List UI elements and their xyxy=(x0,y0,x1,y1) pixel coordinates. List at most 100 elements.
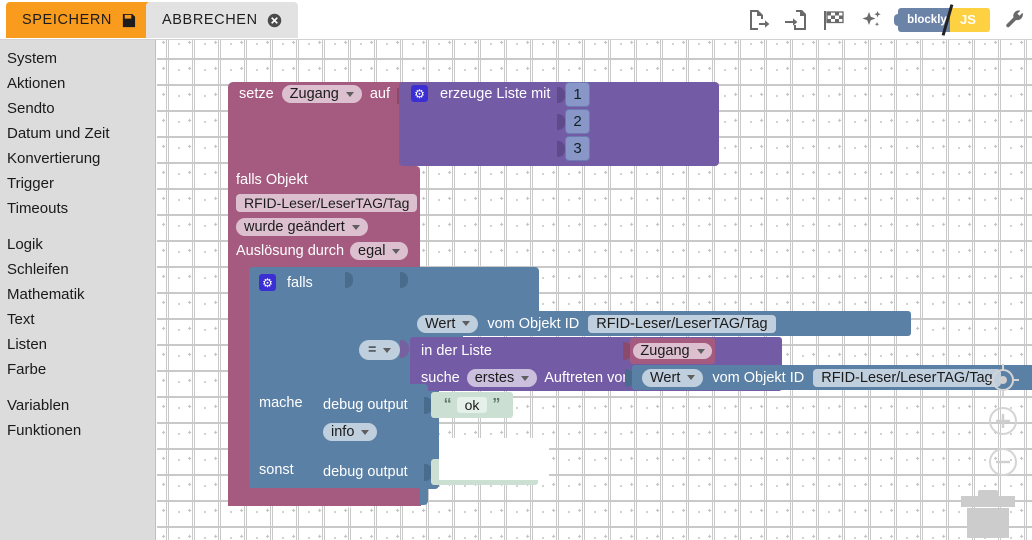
list-item-3-value[interactable]: 3 xyxy=(565,136,590,161)
sparkle-icon[interactable] xyxy=(860,8,884,32)
sidebar-item-schleifen[interactable]: Schleifen xyxy=(0,257,155,282)
variable-dropdown-zugang[interactable]: Zugang xyxy=(281,85,362,103)
sidebar-item-konvertierung[interactable]: Konvertierung xyxy=(0,146,155,171)
sidebar-item-mathematik[interactable]: Mathematik xyxy=(0,282,155,307)
quote-close-icon-ok: ” xyxy=(492,396,501,413)
occurrence-dropdown-value: erstes xyxy=(474,370,515,386)
sidebar-item-text[interactable]: Text xyxy=(0,307,155,332)
attribute-dropdown-2[interactable]: Wert xyxy=(642,368,704,387)
sidebar-item-listen[interactable]: Listen xyxy=(0,332,155,357)
attribute-dropdown-1[interactable]: Wert xyxy=(417,314,479,333)
create-list-item-2[interactable]: 2 xyxy=(557,109,590,134)
compare-operator-dropdown[interactable]: = xyxy=(359,340,401,360)
toggle-notch xyxy=(894,13,902,26)
list-item-1-socket xyxy=(557,86,565,103)
toggle-blockly-label[interactable]: blockly xyxy=(898,7,950,32)
export-file-icon[interactable] xyxy=(746,8,770,32)
toggle-js-label[interactable]: JS xyxy=(950,7,990,32)
sidebar-item-timeouts[interactable]: Timeouts xyxy=(0,196,155,221)
chevron-down-icon xyxy=(345,91,354,97)
list-item-1-value[interactable]: 1 xyxy=(565,82,590,107)
wrench-icon[interactable] xyxy=(1004,9,1026,31)
workspace-zoom-controls xyxy=(982,362,1024,485)
attribute-dropdown-2-value: Wert xyxy=(650,369,681,386)
sidebar-item-logik[interactable]: Logik xyxy=(0,232,155,257)
occurrence-dropdown[interactable]: erstes xyxy=(466,369,538,387)
sidebar-divider-2 xyxy=(0,382,155,393)
create-list-header: erzeuge Liste mit xyxy=(411,85,550,102)
sidebar-item-funktionen[interactable]: Funktionen xyxy=(0,418,155,443)
mache-label: mache xyxy=(259,395,303,411)
sonst-label: sonst xyxy=(259,462,294,478)
vom-objekt-id-label-2: vom Objekt ID xyxy=(712,369,805,386)
chevron-down-icon xyxy=(351,224,360,230)
get-value-block-1[interactable]: Wert vom Objekt ID RFID-Leser/LeserTAG/T… xyxy=(407,311,911,336)
sidebar-group-1: System Aktionen Sendto Datum und Zeit Ko… xyxy=(0,46,155,221)
gear-icon[interactable] xyxy=(411,85,428,102)
create-list-item-1[interactable]: 1 xyxy=(557,82,590,107)
falls-objekt-label: falls Objekt xyxy=(236,172,308,188)
chevron-down-icon xyxy=(383,347,392,353)
debug-output-label-true: debug output xyxy=(323,397,408,413)
list-item-2-socket xyxy=(557,113,565,130)
list-variable-block[interactable]: Zugang xyxy=(630,338,715,364)
list-item-2-value[interactable]: 2 xyxy=(565,109,590,134)
object-id-field-1[interactable]: RFID-Leser/LeserTAG/Tag xyxy=(588,314,776,333)
trigger-dropdown[interactable]: egal xyxy=(350,242,409,260)
list-item-3-socket xyxy=(557,140,565,157)
condition-dropdown-value: wurde geändert xyxy=(244,219,345,235)
if-block-right-cutout xyxy=(439,438,549,480)
suche-label: suche xyxy=(421,370,460,386)
create-list-item-3[interactable]: 3 xyxy=(557,136,590,161)
setze-label: setze xyxy=(239,86,274,102)
if-block-header: falls xyxy=(259,274,313,291)
text-value-ok[interactable]: ok xyxy=(456,397,488,413)
chevron-down-icon xyxy=(392,248,401,254)
sidebar-item-farbe[interactable]: Farbe xyxy=(0,357,155,382)
save-button[interactable]: SPEICHERN xyxy=(6,2,152,38)
trash-can-icon[interactable] xyxy=(958,486,1018,538)
import-file-icon[interactable] xyxy=(784,8,808,32)
object-id-field[interactable]: RFID-Leser/LeserTAG/Tag xyxy=(236,194,418,212)
chevron-down-icon xyxy=(462,321,471,326)
chevron-down-icon xyxy=(521,375,530,381)
set-variable-row: setze Zugang auf xyxy=(239,85,390,103)
object-id-field-2[interactable]: RFID-Leser/LeserTAG/Tag xyxy=(813,368,1001,387)
sidebar-item-aktionen[interactable]: Aktionen xyxy=(0,71,155,96)
trigger-row: Auslösung durch egal xyxy=(236,242,409,260)
category-sidebar: System Aktionen Sendto Datum und Zeit Ko… xyxy=(0,40,156,540)
zoom-in-icon[interactable] xyxy=(985,403,1021,439)
blockly-js-toggle[interactable]: blockly JS xyxy=(894,3,990,36)
top-toolbar: SPEICHERN ABBRECHEN blockly JS xyxy=(0,0,1032,40)
sidebar-divider-1 xyxy=(0,221,155,232)
list-variable-dropdown[interactable]: Zugang xyxy=(633,343,712,359)
sidebar-item-variablen[interactable]: Variablen xyxy=(0,393,155,418)
trigger-prefix-label: Auslösung durch xyxy=(236,243,345,259)
sidebar-item-datum-und-zeit[interactable]: Datum und Zeit xyxy=(0,121,155,146)
center-target-icon[interactable] xyxy=(985,362,1021,398)
cancel-button[interactable]: ABBRECHEN xyxy=(146,2,298,38)
vom-objekt-id-label-1: vom Objekt ID xyxy=(487,315,580,332)
quote-open-icon-ok: “ xyxy=(443,396,452,413)
debug-level-value-true: info xyxy=(331,424,355,440)
cancel-button-label: ABBRECHEN xyxy=(162,12,258,28)
sidebar-item-trigger[interactable]: Trigger xyxy=(0,171,155,196)
checkered-flag-icon[interactable] xyxy=(822,8,846,32)
auf-label: auf xyxy=(369,86,391,102)
gear-icon[interactable] xyxy=(259,274,276,291)
save-button-label: SPEICHERN xyxy=(22,12,112,28)
blockly-workspace[interactable]: setze Zugang auf erzeuge Liste mit 1 2 3… xyxy=(157,40,1032,540)
sidebar-item-sendto[interactable]: Sendto xyxy=(0,96,155,121)
sidebar-item-system[interactable]: System xyxy=(0,46,155,71)
auftreten-von-label: Auftreten von xyxy=(544,370,631,386)
condition-dropdown[interactable]: wurde geändert xyxy=(236,218,368,236)
zoom-out-icon[interactable] xyxy=(985,444,1021,480)
floppy-disk-icon xyxy=(121,13,136,28)
falls-label: falls xyxy=(287,274,313,291)
debug-level-dropdown-true[interactable]: info xyxy=(323,423,378,441)
chevron-down-icon xyxy=(687,375,696,380)
list-index-of-line1: in der Liste xyxy=(421,342,492,360)
get-value-block-2[interactable]: Wert vom Objekt ID RFID-Leser/LeserTAG/T… xyxy=(632,365,1032,390)
variable-dropdown-value: Zugang xyxy=(289,86,339,102)
text-block-ok[interactable]: “ ok ” xyxy=(431,392,513,418)
